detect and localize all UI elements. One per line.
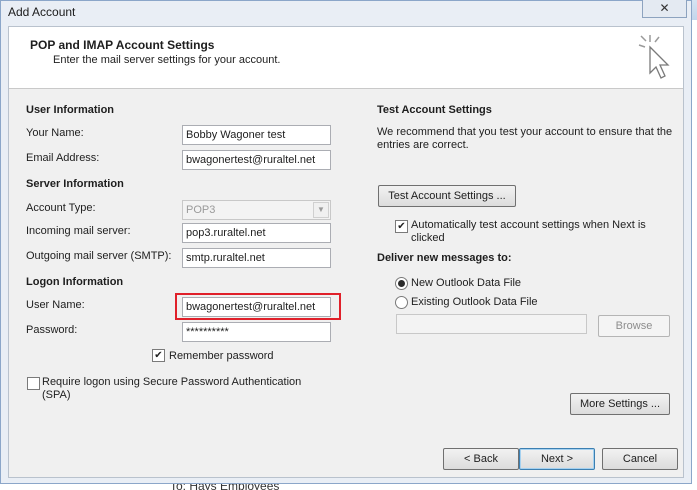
email-address-label: Email Address: [26,152,100,164]
browse-button: Browse [598,315,670,337]
auto-test-label: Automatically test account settings when… [411,219,646,244]
user-name-highlight [175,293,341,320]
close-icon: ✕ [659,1,670,15]
outgoing-server-label: Outgoing mail server (SMTP): [26,250,172,262]
existing-data-file-path [396,314,587,334]
chevron-down-icon: ▼ [313,202,329,218]
account-type-label: Account Type: [26,202,96,214]
wizard-header: POP and IMAP Account Settings Enter the … [9,27,683,89]
back-button[interactable]: < Back [443,448,519,470]
radio-selected-dot [398,280,405,287]
add-account-dialog: Add Account ✕ POP and IMAP Account Setti… [0,0,692,484]
user-name-label: User Name: [26,299,85,311]
your-name-input[interactable]: Bobby Wagoner test [182,125,331,145]
title-bar: Add Account ✕ [1,0,691,23]
outgoing-server-input[interactable]: smtp.ruraltel.net [182,248,331,268]
dialog-content: POP and IMAP Account Settings Enter the … [8,26,684,478]
spa-checkbox[interactable] [27,377,40,390]
new-data-file-radio[interactable] [395,277,408,290]
incoming-server-input[interactable]: pop3.ruraltel.net [182,223,331,243]
cancel-button[interactable]: Cancel [602,448,678,470]
auto-test-checkbox[interactable]: ✔ [395,220,408,233]
incoming-server-label: Incoming mail server: [26,225,131,237]
remember-password-checkbox[interactable]: ✔ [152,349,165,362]
cursor-click-icon [638,35,670,79]
email-address-input[interactable]: bwagonertest@ruraltel.net [182,150,331,170]
next-button[interactable]: Next > [519,448,595,470]
your-name-label: Your Name: [26,127,84,139]
password-label: Password: [26,324,78,336]
server-information-heading: Server Information [26,178,124,190]
deliver-messages-heading: Deliver new messages to: [377,252,512,264]
account-type-select: POP3 ▼ [182,200,331,220]
test-settings-description: We recommend that you test your account … [377,126,673,151]
page-subtitle: Enter the mail server settings for your … [53,54,281,66]
test-settings-heading: Test Account Settings [377,104,492,116]
close-button[interactable]: ✕ [642,0,687,18]
spa-label: Require logon using Secure Password Auth… [42,376,302,401]
password-input[interactable]: ********** [182,322,331,342]
existing-data-file-label: Existing Outlook Data File [411,296,538,308]
remember-password-label: Remember password [169,350,274,362]
account-type-value: POP3 [186,204,216,216]
more-settings-button[interactable]: More Settings ... [570,393,670,415]
window-title: Add Account [8,5,76,19]
page-title: POP and IMAP Account Settings [30,38,215,52]
test-account-settings-button[interactable]: Test Account Settings ... [378,185,516,207]
logon-information-heading: Logon Information [26,276,124,288]
existing-data-file-radio[interactable] [395,296,408,309]
user-information-heading: User Information [26,104,115,116]
new-data-file-label: New Outlook Data File [411,277,522,289]
